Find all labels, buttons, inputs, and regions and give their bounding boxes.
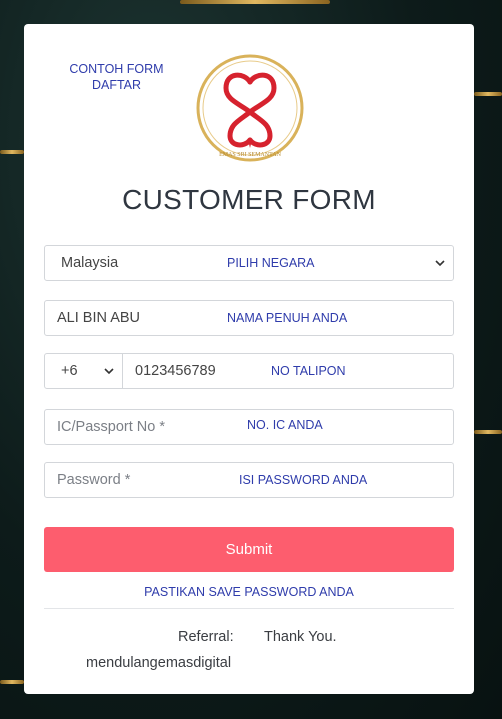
gold-frame-line-right-lower [474,430,502,434]
ic-passport-placeholder: IC/Passport No * [57,419,165,435]
ic-passport-hint: NO. IC ANDA [247,418,323,432]
gold-frame-line-top [180,0,330,4]
phone-number-value: 0123456789 [135,363,216,379]
brand-logo: EMAS SRI SEMANTAN [196,54,304,162]
gold-frame-line-right [474,92,502,96]
submit-button[interactable]: Submit [44,527,454,572]
full-name-value: ALI BIN ABU [57,310,141,326]
thank-you-text: Thank You. [264,629,337,645]
gold-frame-line-left-lower [0,680,24,684]
referrer-name: mendulangemasdigital [86,655,232,671]
full-name-hint: NAMA PENUH ANDA [227,311,348,325]
phone-code-select[interactable]: +6 [44,353,123,389]
form-example-note: CONTOH FORM DAFTAR [64,62,169,92]
gold-frame-line-left [0,150,24,154]
country-hint: PILIH NEGARA [227,256,315,270]
form-example-note-line2: DAFTAR [91,78,142,92]
phone-number-hint: NO TALIPON [271,364,346,378]
chevron-down-icon [104,368,114,375]
password-placeholder: Password * [57,472,131,488]
save-password-note: PASTIKAN SAVE PASSWORD ANDA [144,585,354,599]
form-example-note-line1: CONTOH FORM [69,62,164,76]
customer-form-card: CONTOH FORM DAFTAR EMAS SRI SEMANTAN CUS… [24,24,474,694]
full-name-input[interactable]: ALI BIN ABU NAMA PENUH ANDA [44,300,454,336]
page-title: CUSTOMER FORM [122,184,376,215]
phone-number-input[interactable]: 0123456789 NO TALIPON [122,353,454,389]
ic-passport-input[interactable]: IC/Passport No * NO. IC ANDA [44,409,454,445]
brand-logo-text: EMAS SRI SEMANTAN [219,152,282,158]
country-select[interactable]: Malaysia PILIH NEGARA [44,245,454,281]
chevron-down-icon [435,260,445,267]
country-value: Malaysia [61,255,119,271]
password-hint: ISI PASSWORD ANDA [239,473,368,487]
referral-label: Referral: [178,629,234,645]
divider [44,608,454,609]
phone-code-value: +6 [61,363,78,379]
password-input[interactable]: Password * ISI PASSWORD ANDA [44,462,454,498]
